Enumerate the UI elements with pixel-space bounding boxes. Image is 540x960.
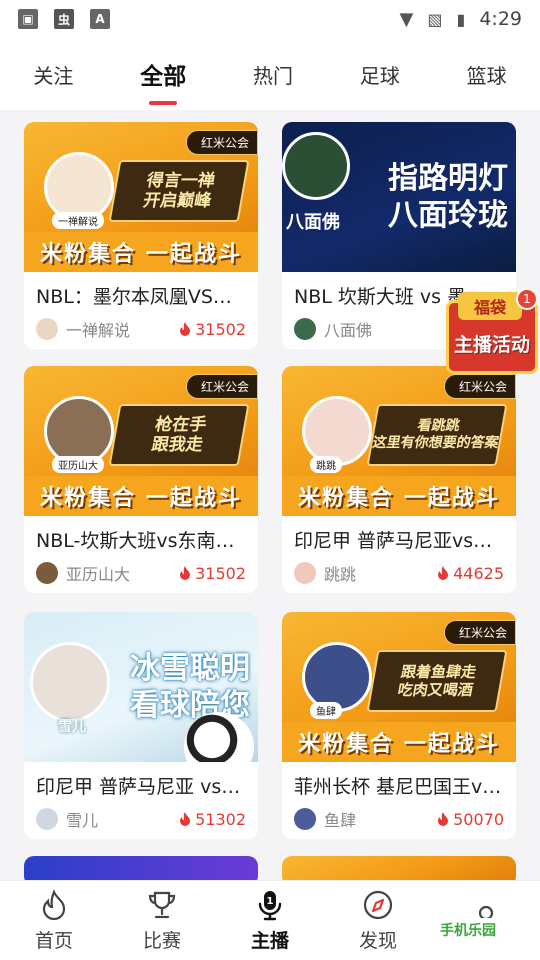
nav-discover[interactable]: 发现: [333, 888, 423, 953]
gift-badge: 1: [516, 288, 538, 310]
tab-basketball[interactable]: 篮球: [459, 54, 515, 95]
stream-thumbnail: 雪儿 冰雪聪明 看球陪您: [24, 612, 258, 762]
nav-matches-label: 比赛: [142, 930, 181, 952]
streamer-name: 一禅解说: [66, 321, 131, 340]
streamer-mini-avatar: [294, 562, 316, 584]
nav-anchor[interactable]: 1 主播: [225, 888, 315, 953]
streamer-mini-avatar: [294, 808, 316, 830]
nav-home-label: 首页: [34, 930, 73, 952]
nav-anchor-label: 主播: [250, 930, 289, 952]
guild-tag: 红米公会: [185, 130, 258, 155]
flame-icon: [42, 889, 66, 921]
stream-card[interactable]: [24, 856, 258, 880]
stream-title: 印尼甲 普萨马尼亚 vs…: [36, 776, 241, 798]
heat-count: 44625: [437, 564, 504, 583]
avatar-label: 八面佛: [286, 212, 340, 233]
slogan: 得言一禅 开启巅峰: [108, 160, 250, 222]
streamer-avatar: [302, 642, 372, 712]
trophy-icon: [148, 891, 176, 919]
stream-thumbnail: 红米公会 跳跳 看跳跳 这里有你想要的答案 米粉集合 一起战斗: [282, 366, 516, 516]
streamer-name: 跳跳: [324, 565, 357, 584]
nav-home[interactable]: 首页: [9, 888, 99, 953]
status-time: 4:29: [479, 8, 522, 30]
streamer-name: 雪儿: [66, 811, 99, 830]
heat-count: 31502: [179, 564, 246, 583]
avatar-label: 一禅解说: [52, 212, 104, 229]
stream-card[interactable]: 雪儿 冰雪聪明 看球陪您 印尼甲 普萨马尼亚 vs… 雪儿 51302: [24, 612, 258, 839]
stream-title: NBL：墨尔本凤凰VS…: [36, 286, 232, 308]
gift-lucky-bag: 福袋: [458, 292, 522, 320]
flame-icon: [180, 566, 191, 580]
stream-thumbnail: [24, 856, 258, 880]
stream-card[interactable]: [282, 856, 516, 880]
category-tabs: 关注 全部 热门 足球 篮球: [0, 38, 540, 110]
avatar-label: 跳跳: [310, 456, 342, 473]
stream-card[interactable]: 红米公会 鱼肆 跟着鱼肆走 吃肉又喝酒 米粉集合 一起战斗 菲州长杯 基尼巴国王v…: [282, 612, 516, 839]
no-sim-icon: ▧: [427, 9, 443, 29]
status-bar: ▣ 虫 A ▼ ▧ ▮ 4:29: [0, 0, 540, 38]
stream-thumbnail: 红米公会 鱼肆 跟着鱼肆走 吃肉又喝酒 米粉集合 一起战斗: [282, 612, 516, 762]
slogan: 看跳跳 这里有你想要的答案: [366, 404, 508, 466]
watermark: 手机乐园: [436, 918, 500, 942]
slogan: 枪在手 跟我走: [108, 404, 250, 466]
promo-banner: 米粉集合 一起战斗: [24, 476, 258, 516]
guild-tag: 红米公会: [185, 374, 258, 399]
promo-banner: 米粉集合 一起战斗: [24, 232, 258, 272]
battery-icon: ▮: [456, 9, 466, 29]
flame-icon: [180, 812, 191, 826]
stream-card[interactable]: 红米公会 亚历山大 枪在手 跟我走 米粉集合 一起战斗 NBL-坎斯大班vs东南……: [24, 366, 258, 593]
streamer-mini-avatar: [36, 318, 58, 340]
stream-card[interactable]: 红米公会 跳跳 看跳跳 这里有你想要的答案 米粉集合 一起战斗 印尼甲 普萨马尼亚…: [282, 366, 516, 593]
font-icon: A: [90, 9, 110, 29]
app-icon: 虫: [54, 9, 74, 29]
flame-icon: [438, 566, 449, 580]
stream-thumbnail: 指路明灯 八面玲珑 八面佛: [282, 122, 516, 272]
avatar-label: 亚历山大: [52, 456, 104, 473]
tab-all[interactable]: 全部: [132, 51, 194, 97]
streamer-mini-avatar: [36, 562, 58, 584]
gallery-icon: ▣: [18, 9, 38, 29]
stream-feed: 红米公会 一禅解说 得言一禅 开启巅峰 米粉集合 一起战斗 NBL：墨尔本凤凰VS…: [0, 110, 540, 880]
guild-tag: 红米公会: [443, 620, 516, 645]
stream-title: NBL-坎斯大班vs东南…: [36, 530, 235, 552]
nav-discover-label: 发现: [358, 930, 397, 952]
microphone-icon: 1: [258, 891, 282, 921]
wifi-icon: ▼: [399, 8, 414, 30]
heat-count: 51302: [179, 810, 246, 829]
tab-follow[interactable]: 关注: [25, 54, 81, 95]
stream-thumbnail: 红米公会 一禅解说 得言一禅 开启巅峰 米粉集合 一起战斗: [24, 122, 258, 272]
flame-icon: [180, 322, 191, 336]
stream-card[interactable]: 红米公会 一禅解说 得言一禅 开启巅峰 米粉集合 一起战斗 NBL：墨尔本凤凰VS…: [24, 122, 258, 349]
streamer-name: 鱼肆: [324, 811, 357, 830]
stream-thumbnail: [282, 856, 516, 880]
nav-matches[interactable]: 比赛: [117, 888, 207, 953]
compass-icon: [363, 890, 393, 920]
promo-banner: 米粉集合 一起战斗: [282, 722, 516, 762]
tab-hot[interactable]: 热门: [245, 54, 301, 95]
avatar-label: 鱼肆: [310, 702, 342, 719]
streamer-mini-avatar: [294, 318, 316, 340]
svg-text:1: 1: [267, 896, 274, 907]
gift-label: 主播活动: [453, 334, 530, 356]
promo-banner: 米粉集合 一起战斗: [282, 476, 516, 516]
flame-icon: [438, 812, 449, 826]
heat-count: 50070: [437, 810, 504, 829]
stream-title: 印尼甲 普萨马尼亚vs…: [294, 530, 493, 552]
streamer-name: 八面佛: [324, 321, 373, 340]
stream-title: 菲州长杯 基尼巴国王v…: [294, 776, 502, 798]
streamer-name: 亚历山大: [66, 565, 131, 584]
heat-count: 31502: [179, 320, 246, 339]
gift-activity-button[interactable]: 福袋 主播活动 1: [442, 288, 540, 378]
stream-thumbnail: 红米公会 亚历山大 枪在手 跟我走 米粉集合 一起战斗: [24, 366, 258, 516]
slogan: 跟着鱼肆走 吃肉又喝酒: [366, 650, 508, 712]
streamer-mini-avatar: [36, 808, 58, 830]
streamer-avatar: [302, 396, 372, 466]
tab-football[interactable]: 足球: [352, 54, 408, 95]
